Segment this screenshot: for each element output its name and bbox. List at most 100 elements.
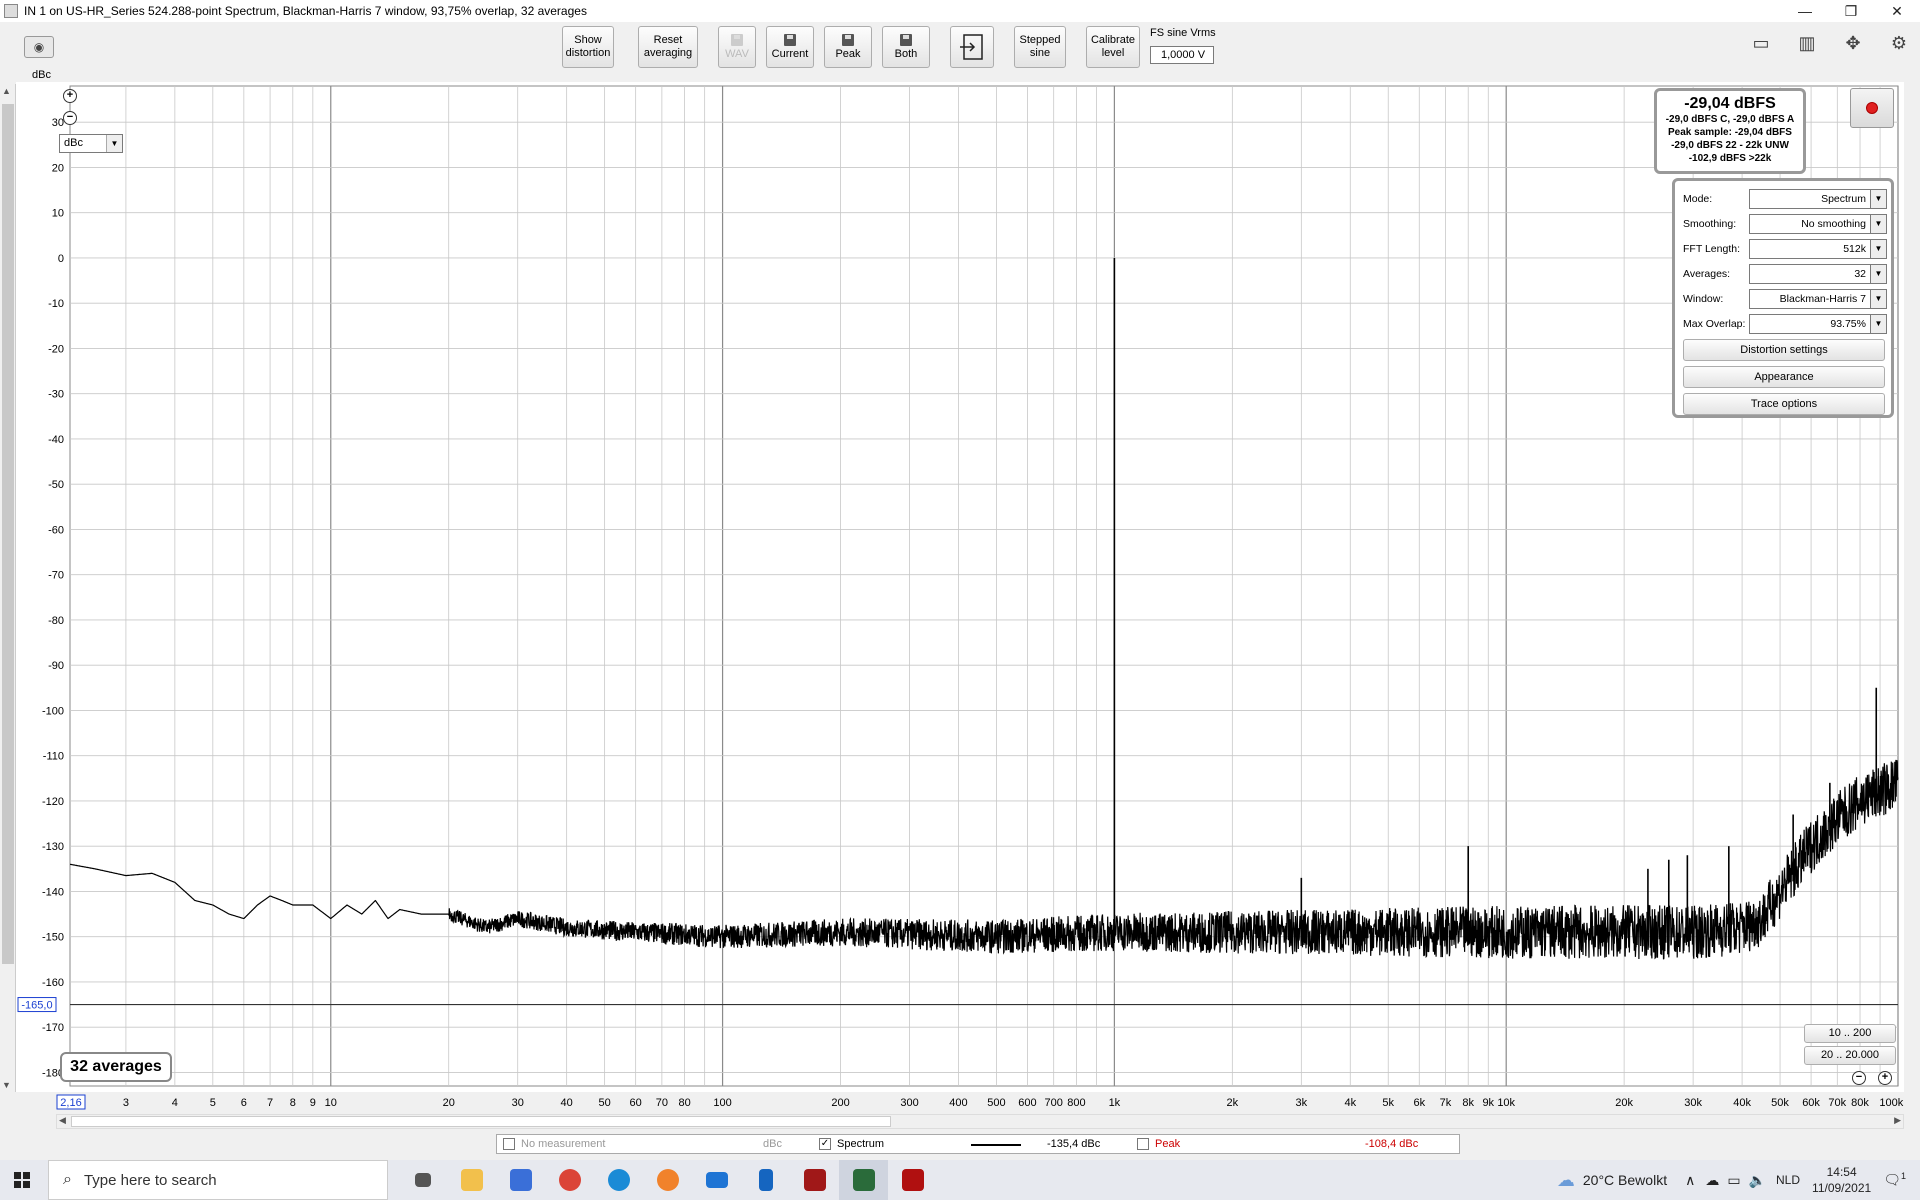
scroll-up-icon[interactable]: ▲ [2,86,11,96]
save-current-button[interactable]: Current [766,26,814,68]
edge-icon[interactable] [594,1160,643,1200]
y-tick-label: -30 [48,389,64,401]
gear-icon[interactable]: ⚙ [1882,30,1916,56]
weather-text[interactable]: 20°C Bewolkt [1583,1172,1667,1188]
x-tick-label: 200 [831,1097,849,1109]
title-bar: IN 1 on US-HR_Series 524.288-point Spect… [0,0,1920,22]
unit-select[interactable]: dBc ▼ [59,134,123,153]
tascam-us-hr-icon[interactable] [888,1160,937,1200]
task-view-icon[interactable] [398,1160,447,1200]
settings-panel: Mode: Spectrum ▼ Smoothing: No smoothing… [1672,178,1894,418]
save-both-button[interactable]: Both [882,26,930,68]
y-tick-label: -160 [42,977,64,989]
save-wav-button[interactable]: WAV [718,26,756,68]
zoom-in-icon[interactable]: + [63,89,77,103]
averages-select[interactable]: 32 [1749,264,1871,284]
no-measurement-checkbox[interactable] [503,1138,515,1150]
scroll-down-icon[interactable]: ▼ [2,1080,11,1090]
y-tick-label: -110 [43,751,64,763]
y-tick-label: -20 [48,343,64,355]
x-zoom-out-icon[interactable]: − [1852,1071,1866,1085]
export-button[interactable] [950,26,994,68]
smoothing-select[interactable]: No smoothing [1749,214,1871,234]
distortion-settings-button[interactable]: Distortion settings [1683,339,1885,361]
x-tick-label: 6 [241,1097,247,1109]
chevron-down-icon[interactable]: ▼ [1871,314,1887,334]
show-distortion-button[interactable]: Show distortion [562,26,614,68]
range-20-20000-button[interactable]: 20 .. 20.000 [1804,1046,1896,1065]
record-icon [1866,102,1878,114]
firefox-icon[interactable] [643,1160,692,1200]
fs-sine-input[interactable]: 1,0000 V [1150,46,1214,64]
y-tick-label: -100 [42,705,64,717]
spectrum-line-swatch [971,1144,1021,1146]
trace-options-button[interactable]: Trace options [1683,393,1885,415]
vertical-scroll-thumb[interactable] [2,104,14,964]
graph-layout-icon[interactable]: ▭ [1744,30,1778,56]
level-line: -29,0 dBFS 22 - 22k UNW [1671,140,1789,151]
peak-checkbox[interactable] [1137,1138,1149,1150]
store-icon[interactable] [496,1160,545,1200]
restore-button[interactable]: ❐ [1828,0,1874,22]
chrome-icon[interactable] [545,1160,594,1200]
appearance-button[interactable]: Appearance [1683,366,1885,388]
language-indicator[interactable]: NLD [1776,1173,1800,1187]
reset-averaging-button[interactable]: Reset averaging [638,26,698,68]
x-zoom-in-icon[interactable]: + [1878,1071,1892,1085]
vertical-scrollbar[interactable]: ▲ ▼ [0,84,16,1092]
spectrum-checkbox[interactable]: ✓ [819,1138,831,1150]
battery-icon[interactable]: ▭ [1727,1172,1740,1189]
max-overlap-select[interactable]: 93.75% [1749,314,1871,334]
toolbar: ◉ Show distortion Reset averaging WAV Cu… [0,22,1920,82]
mail-icon[interactable] [692,1160,741,1200]
y-tick-label: -70 [48,570,64,582]
current-label: Current [771,47,809,60]
fit-view-icon[interactable]: ✥ [1836,30,1870,56]
rew-icon[interactable] [839,1160,888,1200]
horizontal-scrollbar[interactable]: ◀ ▶ [56,1114,1904,1129]
camera-icon[interactable]: ◉ [24,36,54,58]
chevron-down-icon[interactable]: ▼ [106,135,122,152]
fft-length-select[interactable]: 512k [1749,239,1871,259]
save-peak-button[interactable]: Peak [824,26,872,68]
stepped-sine-button[interactable]: Stepped sine [1014,26,1066,68]
windows-start-icon[interactable] [14,1172,30,1188]
cursor-label: -165,0 [21,1000,52,1012]
horizontal-scroll-thumb[interactable] [71,1116,891,1127]
no-measurement-unit: dBc [763,1138,782,1150]
zoom-out-icon[interactable]: − [63,111,77,125]
chevron-down-icon[interactable]: ▼ [1871,239,1887,259]
weather-cloud-icon[interactable]: ☁ [1557,1170,1575,1191]
calibrate-level-button[interactable]: Calibrate level [1086,26,1140,68]
record-button[interactable] [1850,88,1894,128]
mode-select[interactable]: Spectrum [1749,189,1871,209]
window-select[interactable]: Blackman-Harris 7 [1749,289,1871,309]
x-tick-label: 700 [1045,1097,1063,1109]
export-icon [960,34,983,60]
scroll-left-icon[interactable]: ◀ [59,1115,66,1126]
close-button[interactable]: ✕ [1874,0,1920,22]
chevron-down-icon[interactable]: ▼ [1871,289,1887,309]
range-10-200-button[interactable]: 10 .. 200 [1804,1024,1896,1043]
notification-icon[interactable]: 🗨1 [1883,1171,1906,1189]
app-red-icon[interactable] [790,1160,839,1200]
file-explorer-icon[interactable] [447,1160,496,1200]
chevron-down-icon[interactable]: ▼ [1871,214,1887,234]
chevron-up-icon[interactable]: ∧ [1685,1172,1695,1189]
chevron-down-icon[interactable]: ▼ [1871,189,1887,209]
taskbar-search[interactable]: ⌕ Type here to search [48,1160,388,1200]
onedrive-icon[interactable]: ☁ [1705,1172,1719,1189]
both-label: Both [894,47,918,60]
plot-area[interactable]: 30 20 10 0 -10 -20 -30 -40 -50 -60 -70 -80 -90 -100 -1… [16,82,1904,1110]
volume-icon[interactable]: 🔈 [1749,1172,1766,1189]
panel-layout-icon[interactable]: ▥ [1790,30,1824,56]
app-blue-icon[interactable] [741,1160,790,1200]
minimize-button[interactable]: — [1782,0,1828,22]
spectrum-chart[interactable]: 3020100-10-20-30-40-50-60-70-80-90-100-1… [16,82,1904,1114]
spectrum-value: -135,4 dBc [1047,1138,1101,1150]
scroll-right-icon[interactable]: ▶ [1894,1115,1901,1126]
clock[interactable]: 14:54 11/09/2021 [1812,1164,1871,1196]
chevron-down-icon[interactable]: ▼ [1871,264,1887,284]
x-tick-label: 100 [713,1097,731,1109]
x-tick-label: 800 [1067,1097,1085,1109]
